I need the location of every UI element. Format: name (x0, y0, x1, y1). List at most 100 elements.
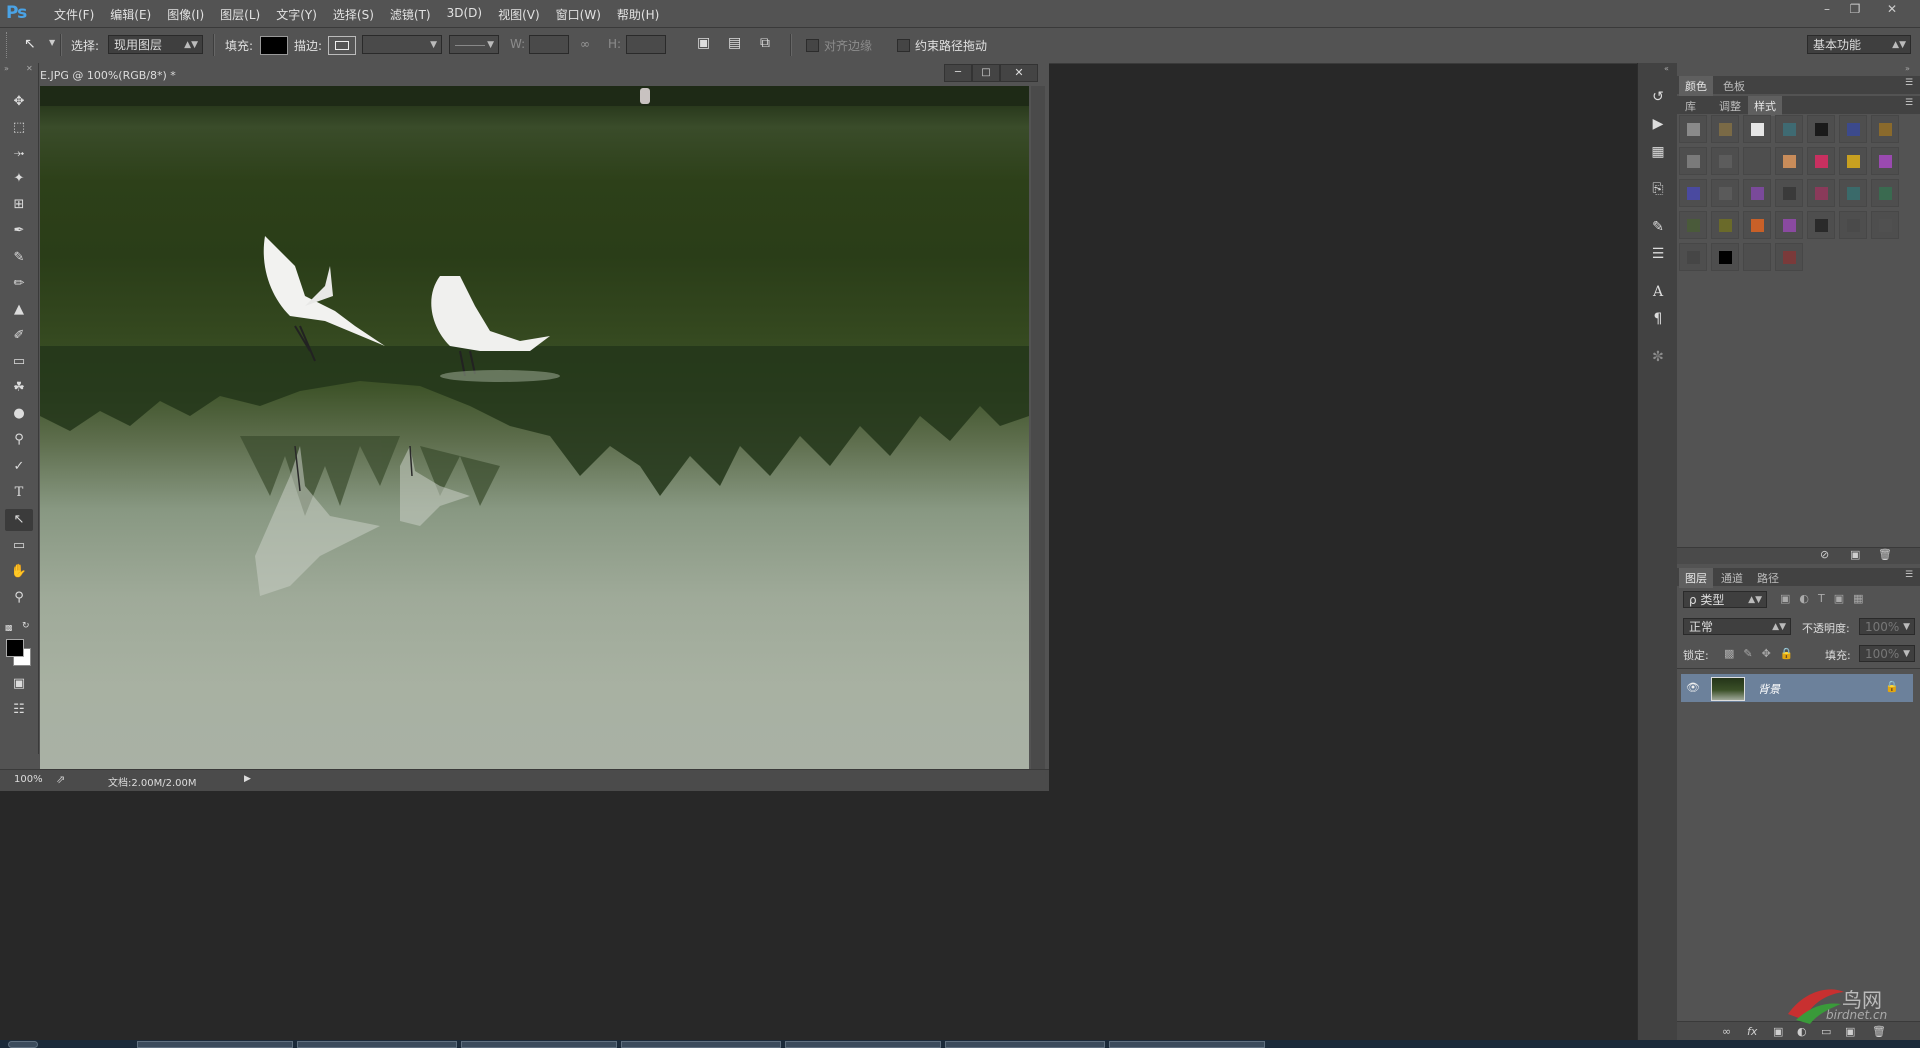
style-swatch[interactable] (1679, 243, 1707, 271)
magic-wand-tool-icon[interactable]: ✦ (5, 168, 33, 190)
menu-item[interactable]: 帮助(H) (609, 6, 667, 23)
status-menu-arrow-icon[interactable]: ▶ (244, 774, 251, 784)
type-tool-icon[interactable]: T (5, 482, 33, 504)
tab-swatches[interactable]: 色板 (1717, 76, 1751, 96)
collapse-dock-icon[interactable]: « (1664, 64, 1669, 73)
style-swatch[interactable] (1679, 211, 1707, 239)
tab-layers[interactable]: 图层 (1679, 568, 1713, 588)
foreground-color-swatch[interactable] (6, 639, 24, 657)
panel-menu-icon[interactable]: ☰ (1905, 570, 1913, 580)
style-swatch[interactable] (1775, 243, 1803, 271)
brush-tool-icon[interactable]: ✏ (5, 273, 33, 295)
new-style-icon[interactable]: ▣ (1850, 548, 1860, 561)
style-swatch[interactable] (1743, 243, 1771, 271)
stroke-type-dropdown[interactable]: ▼ (449, 35, 499, 54)
fill-swatch[interactable] (260, 36, 288, 55)
style-swatch[interactable] (1775, 211, 1803, 239)
style-swatch[interactable] (1711, 147, 1739, 175)
style-swatch[interactable] (1679, 147, 1707, 175)
start-button[interactable] (8, 1041, 38, 1048)
visibility-eye-icon[interactable]: 👁 (1686, 681, 1700, 694)
style-swatch[interactable] (1775, 147, 1803, 175)
restore-button[interactable]: ❐ (1842, 0, 1868, 18)
tab-color[interactable]: 颜色 (1679, 76, 1713, 96)
menu-item[interactable]: 图层(L) (212, 6, 268, 23)
menu-item[interactable]: 窗口(W) (548, 6, 609, 23)
close-button[interactable]: ✕ (1872, 0, 1912, 18)
screen-mode-icon[interactable]: ☷ (5, 699, 33, 721)
3d-panel-icon[interactable]: ✼ (1647, 346, 1669, 368)
layer-style-fx-icon[interactable]: fx (1747, 1025, 1757, 1038)
style-swatch[interactable] (1871, 147, 1899, 175)
zoom-tool-icon[interactable]: ⚲ (5, 587, 33, 609)
menu-item[interactable]: 选择(S) (325, 6, 382, 23)
style-swatch[interactable] (1839, 211, 1867, 239)
canvas-photo[interactable] (40, 86, 1029, 769)
height-field[interactable] (626, 35, 666, 54)
minimize-button[interactable]: – (1814, 0, 1840, 18)
character-panel-icon[interactable]: A (1647, 281, 1669, 303)
add-mask-icon[interactable]: ▣ (1773, 1025, 1783, 1038)
doc-maximize-button[interactable]: □ (972, 64, 1000, 82)
quick-mask-icon[interactable]: ▣ (5, 673, 33, 695)
taskbar-app[interactable] (621, 1041, 781, 1048)
default-colors-icon[interactable]: ▩ (5, 623, 13, 632)
pen-tool-icon[interactable]: ✓ (5, 456, 33, 478)
tab-adjustments[interactable]: 调整 (1713, 96, 1747, 116)
taskbar-app[interactable] (785, 1041, 941, 1048)
panel-menu-icon[interactable]: ☰ (1905, 98, 1913, 108)
collapse-toolbar-icon[interactable]: » (4, 64, 9, 73)
swap-colors-icon[interactable]: ↻ (22, 621, 30, 631)
zoom-level[interactable]: 100% (14, 774, 43, 785)
style-swatch[interactable] (1871, 179, 1899, 207)
history-panel-icon[interactable]: ↺ (1647, 86, 1669, 108)
shape-tool-icon[interactable]: ▭ (5, 535, 33, 557)
blend-mode-dropdown[interactable]: 正常 ▲▼ (1683, 618, 1791, 635)
vertical-scrollbar[interactable] (1031, 86, 1045, 769)
properties-panel-icon[interactable]: ▦ (1647, 141, 1669, 163)
taskbar-app[interactable] (1109, 1041, 1265, 1048)
clear-style-icon[interactable]: ⊘ (1820, 548, 1829, 561)
style-swatch[interactable] (1711, 243, 1739, 271)
adjustments-panel-icon[interactable]: ☰ (1647, 243, 1669, 265)
history-brush-tool-icon[interactable]: ✐ (5, 325, 33, 347)
taskbar-app[interactable] (297, 1041, 457, 1048)
stroke-swatch[interactable] (328, 36, 356, 55)
style-swatch[interactable] (1679, 179, 1707, 207)
menu-item[interactable]: 编辑(E) (102, 6, 159, 23)
style-swatch[interactable] (1679, 115, 1707, 143)
menu-item[interactable]: 视图(V) (490, 6, 548, 23)
layer-row-background[interactable]: 👁 背景 🔒 (1681, 674, 1913, 702)
move-tool-icon[interactable]: ✥ (5, 91, 33, 113)
actions-panel-icon[interactable]: ▶ (1647, 113, 1669, 135)
path-operations-icon[interactable]: ▣ (697, 35, 710, 51)
tab-libraries[interactable]: 库 (1679, 96, 1702, 116)
width-field[interactable] (529, 35, 569, 54)
style-swatch[interactable] (1839, 147, 1867, 175)
layer-kind-filter[interactable]: ρ 类型 ▲▼ (1683, 591, 1767, 608)
style-swatch[interactable] (1807, 147, 1835, 175)
blur-tool-icon[interactable]: ● (5, 403, 33, 425)
delete-style-icon[interactable]: 🗑 (1878, 548, 1892, 561)
lock-icons[interactable]: ▩✎✥🔒 (1724, 647, 1803, 660)
style-swatch[interactable] (1775, 179, 1803, 207)
style-swatch[interactable] (1871, 115, 1899, 143)
style-swatch[interactable] (1807, 179, 1835, 207)
marquee-tool-icon[interactable]: ⬚ (5, 117, 33, 139)
style-swatch[interactable] (1711, 211, 1739, 239)
layer-filter-icons[interactable]: ▣◐T▣▦ (1780, 592, 1873, 605)
path-alignment-icon[interactable]: ▤ (728, 35, 741, 51)
style-swatch[interactable] (1839, 115, 1867, 143)
workspace-dropdown[interactable]: 基本功能 ▲▼ (1807, 35, 1911, 54)
style-swatch[interactable] (1775, 115, 1803, 143)
eyedropper-tool-icon[interactable]: ✒ (5, 220, 33, 242)
taskbar-app[interactable] (945, 1041, 1105, 1048)
paint-bucket-tool-icon[interactable]: ☘ (5, 377, 33, 399)
opacity-field[interactable]: 100% ▼ (1859, 618, 1915, 635)
style-swatch[interactable] (1743, 179, 1771, 207)
style-swatch[interactable] (1743, 211, 1771, 239)
style-swatch[interactable] (1743, 115, 1771, 143)
share-icon[interactable]: ⇗ (56, 773, 65, 786)
eraser-tool-icon[interactable]: ▭ (5, 351, 33, 373)
select-dropdown[interactable]: 现用图层 ▲▼ (108, 35, 203, 54)
